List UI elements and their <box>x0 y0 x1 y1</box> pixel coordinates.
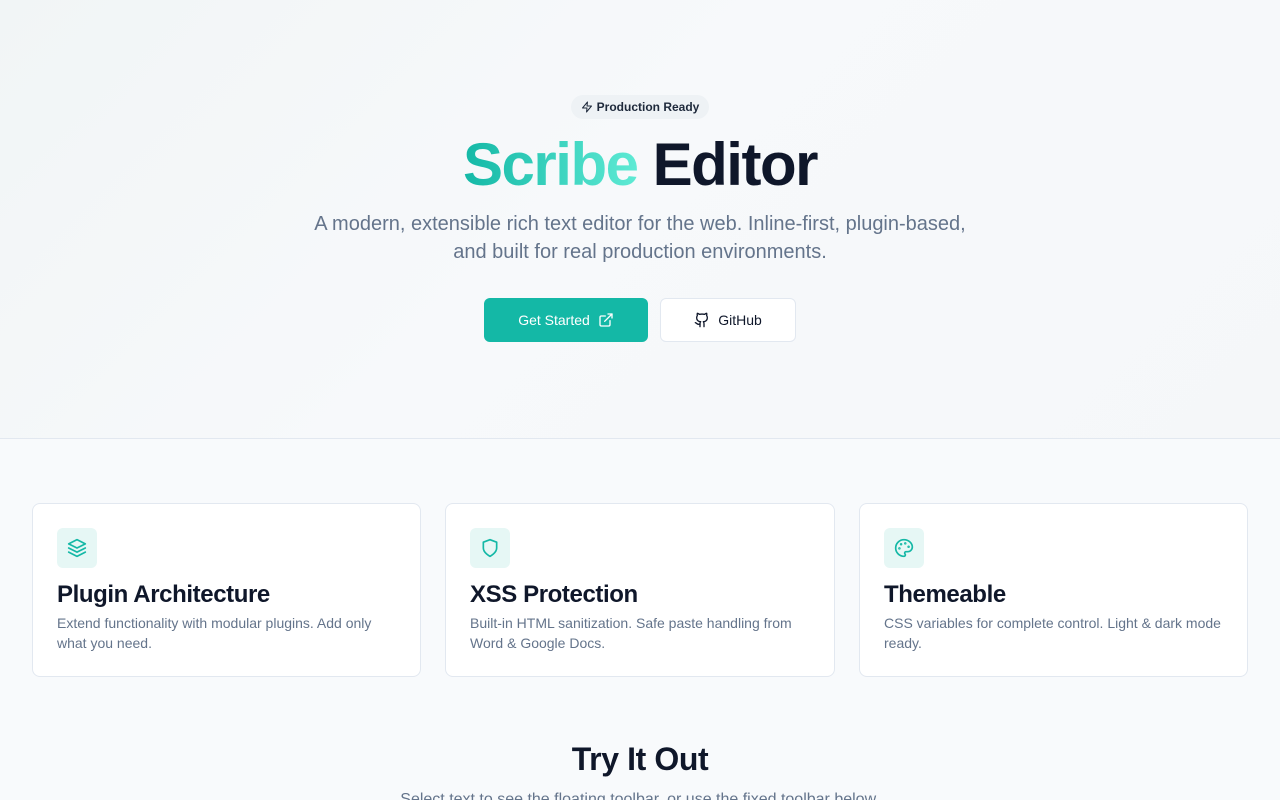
feature-description: Extend functionality with modular plugin… <box>57 615 372 651</box>
hero-section: Production Ready Scribe Editor A modern,… <box>0 0 1280 439</box>
github-button[interactable]: GitHub <box>660 298 796 342</box>
feature-icon-box <box>57 528 97 568</box>
feature-card-xss-protection: XSS Protection Built-in HTML sanitizatio… <box>445 503 835 677</box>
feature-description: CSS variables for complete control. Ligh… <box>884 615 1221 651</box>
zap-icon <box>581 101 592 113</box>
badge-label: Production Ready <box>596 100 700 114</box>
feature-title: Themeable <box>884 581 1006 608</box>
get-started-button[interactable]: Get Started <box>484 298 648 342</box>
github-icon <box>694 312 709 328</box>
get-started-label: Get Started <box>518 312 590 328</box>
feature-title: XSS Protection <box>470 581 638 608</box>
shield-icon <box>482 538 498 558</box>
layers-icon <box>67 538 87 558</box>
title-rest: Editor <box>652 131 819 198</box>
try-it-title: Try It Out <box>571 741 709 777</box>
github-label: GitHub <box>718 312 762 328</box>
feature-title: Plugin Architecture <box>57 581 270 608</box>
feature-icon-box <box>884 528 924 568</box>
title-accent: Scribe <box>463 131 639 198</box>
feature-icon-box <box>470 528 510 568</box>
try-it-subtitle: Select text to see the floating toolbar,… <box>400 791 880 800</box>
hero-subtitle: A modern, extensible rich text editor fo… <box>314 213 966 263</box>
page-title: Scribe Editor <box>0 130 1280 200</box>
palette-icon <box>894 538 914 558</box>
production-ready-badge: Production Ready <box>571 95 709 119</box>
feature-card-plugin-architecture: Plugin Architecture Extend functionality… <box>32 503 421 677</box>
feature-description: Built-in HTML sanitization. Safe paste h… <box>470 615 792 651</box>
feature-card-themeable: Themeable CSS variables for complete con… <box>859 503 1248 677</box>
external-link-icon <box>599 313 613 327</box>
